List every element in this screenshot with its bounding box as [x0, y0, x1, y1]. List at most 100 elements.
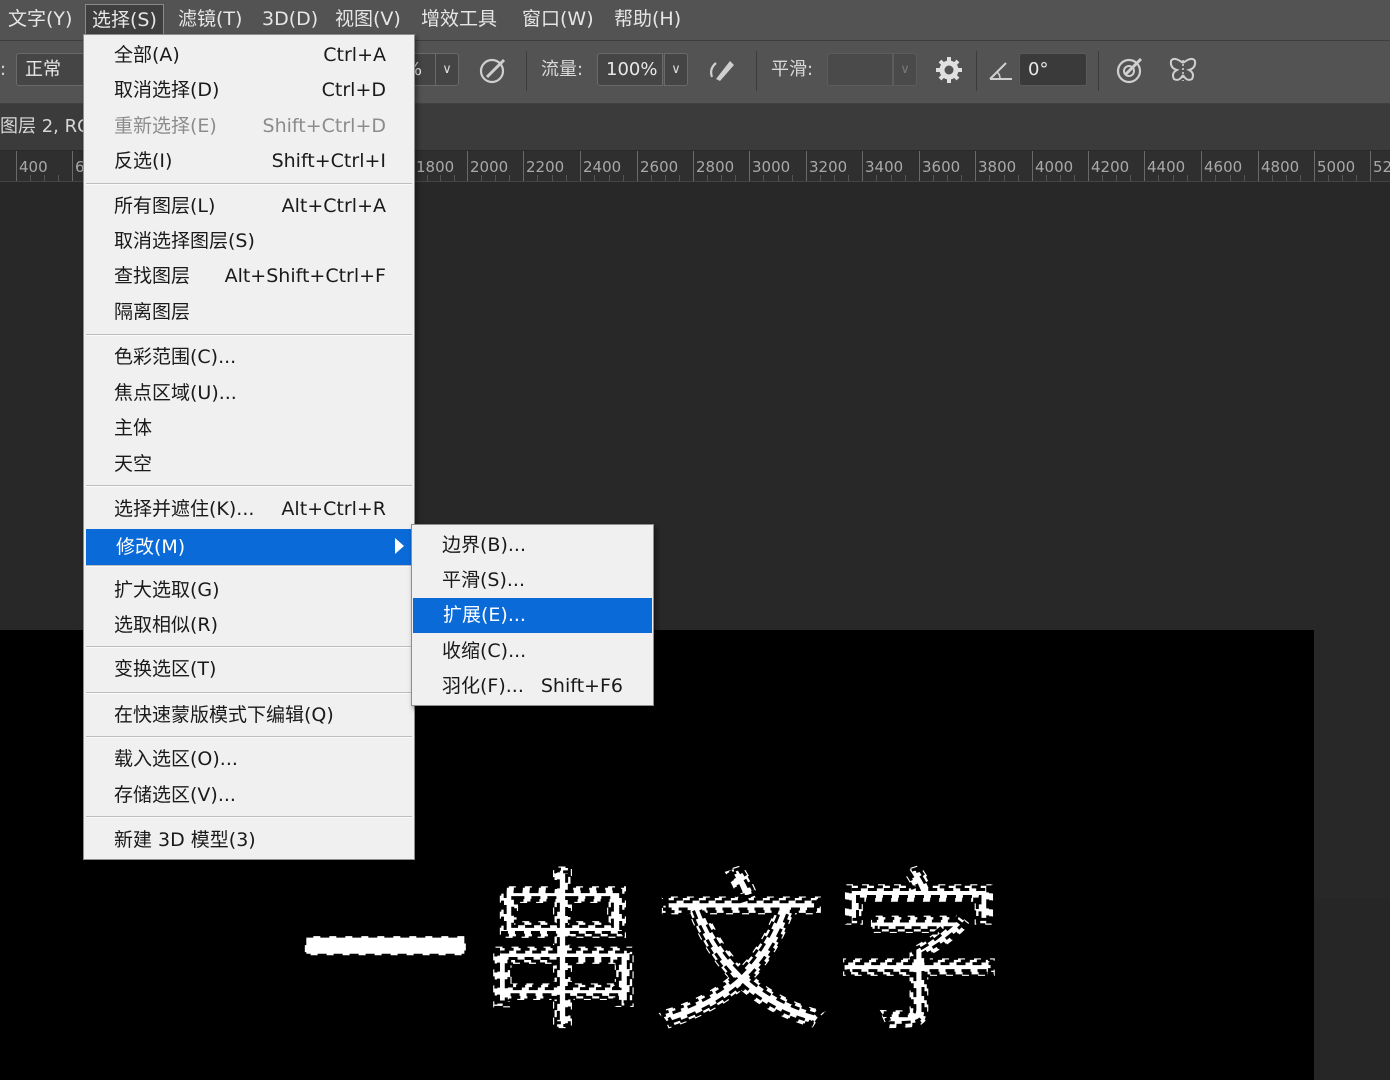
angle-field[interactable]: 0° — [1019, 53, 1087, 86]
ruler-minor-tick — [594, 175, 595, 181]
ruler-tick — [693, 151, 694, 181]
modify-submenu-item[interactable]: 平滑(S)... — [412, 563, 653, 598]
menu-item-shortcut: Shift+F6 — [540, 675, 623, 697]
ruler-minor-tick — [509, 175, 510, 181]
ruler-minor-tick — [961, 175, 962, 181]
gear-icon[interactable] — [934, 55, 964, 85]
menu-item-label: 焦点区域(U)... — [114, 382, 237, 404]
menu-item-shortcut: Alt+Shift+Ctrl+F — [224, 265, 386, 287]
ruler-label: 52 — [1373, 158, 1390, 176]
modify-submenu-item[interactable]: 边界(B)... — [412, 528, 653, 563]
ruler-minor-tick — [552, 175, 553, 181]
modify-submenu-item[interactable]: 扩展(E)... — [413, 598, 652, 633]
menu-filter[interactable]: 滤镜(T) — [178, 4, 242, 35]
pressure-opacity-icon[interactable] — [478, 55, 508, 85]
select-menu-item[interactable]: 所有图层(L) Alt+Ctrl+A — [84, 189, 414, 224]
ruler-tick — [1144, 151, 1145, 181]
select-menu-dropdown: 全部(A) Ctrl+A 取消选择(D) Ctrl+D 重新选择(E) Shift+Ctr… — [83, 34, 415, 860]
menu-plugins[interactable]: 增效工具 — [421, 4, 497, 35]
ruler-label: 2200 — [526, 158, 565, 176]
submenu-arrow-icon — [395, 538, 404, 554]
menu-item-label: 所有图层(L) — [114, 195, 216, 217]
smoothing-dropdown-icon[interactable]: ∨ — [893, 53, 917, 86]
select-menu-item[interactable]: 新建 3D 模型(3) — [84, 823, 414, 858]
modify-submenu-item[interactable]: 收缩(C)... — [412, 634, 653, 669]
select-menu-item[interactable]: 选取相似(R) — [84, 608, 414, 643]
ruler-minor-tick — [989, 175, 990, 181]
modify-submenu-item[interactable]: 羽化(F)... Shift+F6 — [412, 669, 653, 704]
menu-type[interactable]: 文字(Y) — [8, 4, 72, 35]
menu-item-shortcut: Ctrl+D — [321, 79, 386, 101]
select-menu-item[interactable]: 反选(I) Shift+Ctrl+I — [84, 144, 414, 179]
ruler-minor-tick — [848, 175, 849, 181]
ruler-tick — [637, 151, 638, 181]
select-menu-item[interactable]: 查找图层 Alt+Shift+Ctrl+F — [84, 259, 414, 294]
ruler-minor-tick — [721, 175, 722, 181]
ruler-minor-tick — [763, 175, 764, 181]
select-menu-item[interactable]: 取消选择(D) Ctrl+D — [84, 73, 414, 108]
ruler-minor-tick — [891, 175, 892, 181]
select-menu-item[interactable]: 取消选择图层(S) — [84, 224, 414, 259]
smoothing-label: 平滑: — [771, 59, 814, 80]
select-menu-item[interactable]: 载入选区(O)... — [84, 742, 414, 777]
menu-item-label: 存储选区(V)... — [114, 784, 236, 806]
ruler-label: 4400 — [1147, 158, 1186, 176]
ruler-minor-tick — [1173, 175, 1174, 181]
ruler-minor-tick — [834, 175, 835, 181]
ruler-minor-tick — [1342, 175, 1343, 181]
smoothing-field[interactable] — [827, 53, 893, 86]
menu-item-shortcut: Alt+Ctrl+R — [281, 498, 386, 520]
ruler-minor-tick — [665, 175, 666, 181]
select-menu-item[interactable]: 修改(M) — [86, 529, 412, 566]
select-menu-item[interactable]: 全部(A) Ctrl+A — [84, 38, 414, 73]
select-menu-item[interactable]: 隔离图层 — [84, 295, 414, 330]
ruler-label: 3400 — [865, 158, 904, 176]
select-menu-item[interactable]: 焦点区域(U)... — [84, 376, 414, 411]
flow-field[interactable]: 100% — [597, 53, 663, 86]
menu-separator — [86, 334, 412, 336]
flow-label: 流量: — [541, 59, 584, 80]
ruler-tick — [1314, 151, 1315, 181]
symmetry-butterfly-icon[interactable] — [1168, 55, 1198, 85]
menu-3d[interactable]: 3D(D) — [262, 4, 318, 35]
menu-view[interactable]: 视图(V) — [335, 4, 401, 35]
ruler-minor-tick — [820, 175, 821, 181]
select-menu-item[interactable]: 扩大选取(G) — [84, 573, 414, 608]
pressure-size-icon[interactable] — [1115, 55, 1145, 85]
ruler-minor-tick — [1130, 175, 1131, 181]
ruler-minor-tick — [537, 175, 538, 181]
select-menu-item[interactable]: 重新选择(E) Shift+Ctrl+D — [84, 109, 414, 144]
select-menu-item[interactable]: 主体 — [84, 411, 414, 446]
select-menu-item[interactable]: 存储选区(V)... — [84, 778, 414, 813]
select-menu-item[interactable]: 变换选区(T) — [84, 652, 414, 687]
menu-help[interactable]: 帮助(H) — [614, 4, 681, 35]
angle-icon — [989, 62, 1012, 80]
menu-item-label: 在快速蒙版模式下编辑(Q) — [114, 704, 334, 726]
flow-dropdown-icon[interactable]: ∨ — [664, 53, 688, 86]
select-menu-item[interactable]: 色彩范围(C)... — [84, 340, 414, 375]
menu-item-label: 新建 3D 模型(3) — [114, 829, 256, 851]
select-menu-item[interactable]: 选择并遮住(K)... Alt+Ctrl+R — [84, 492, 414, 527]
ruler-label: 3800 — [978, 158, 1017, 176]
ruler-minor-tick — [1328, 175, 1329, 181]
ruler-minor-tick — [778, 175, 779, 181]
ruler-tick — [1201, 151, 1202, 181]
select-menu-item[interactable]: 天空 — [84, 447, 414, 482]
ruler-label: 2800 — [696, 158, 735, 176]
ruler-label: 4800 — [1261, 158, 1300, 176]
ruler-minor-tick — [44, 175, 45, 181]
select-menu-item[interactable]: 在快速蒙版模式下编辑(Q) — [84, 698, 414, 733]
ruler-label: 4600 — [1204, 158, 1243, 176]
ruler-minor-tick — [623, 175, 624, 181]
menu-select[interactable]: 选择(S) — [85, 4, 164, 35]
ruler-minor-tick — [1286, 175, 1287, 181]
canvas-text: 一串文字 — [300, 855, 1012, 1053]
ruler-minor-tick — [440, 175, 441, 181]
menu-item-label: 重新选择(E) — [114, 115, 217, 137]
ruler-minor-tick — [651, 175, 652, 181]
menu-window[interactable]: 窗口(W) — [522, 4, 594, 35]
opacity-dropdown-icon[interactable]: ∨ — [435, 53, 459, 86]
ruler-tick — [806, 151, 807, 181]
ruler-label: 4200 — [1091, 158, 1130, 176]
airbrush-icon[interactable] — [706, 55, 736, 85]
